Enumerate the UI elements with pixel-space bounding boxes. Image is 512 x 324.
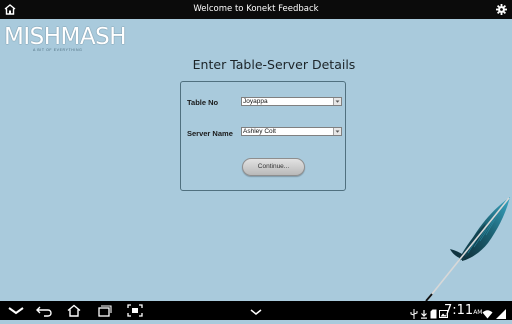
screenshot-icon[interactable] bbox=[126, 304, 144, 317]
table-no-value: Joyappa bbox=[243, 98, 268, 105]
server-name-select[interactable]: Ashley Colt bbox=[241, 127, 342, 136]
recent-apps-icon[interactable] bbox=[95, 304, 113, 317]
details-form-panel: Table No Joyappa Server Name Ashley Colt… bbox=[180, 81, 346, 191]
app-title-bar: Welcome to Konekt Feedback bbox=[0, 0, 512, 19]
table-no-select[interactable]: Joyappa bbox=[241, 97, 342, 106]
table-no-label: Table No bbox=[187, 98, 219, 107]
system-nav-bar: 7:11AM bbox=[0, 301, 512, 320]
clock-time: 7:11 bbox=[444, 303, 474, 318]
gear-icon[interactable] bbox=[495, 3, 508, 16]
logo-wordmark: MISHMASH bbox=[4, 24, 127, 50]
page-title: Enter Table-Server Details bbox=[192, 57, 356, 72]
usb-icon bbox=[410, 306, 418, 319]
clock: 7:11AM bbox=[444, 302, 482, 321]
sd-card-icon bbox=[430, 306, 437, 319]
quill-pen-illustration bbox=[418, 195, 512, 303]
continue-button[interactable]: Continue... bbox=[242, 158, 305, 176]
server-name-label: Server Name bbox=[187, 129, 233, 138]
app-title: Welcome to Konekt Feedback bbox=[193, 4, 319, 14]
logo-tagline: A BIT OF EVERYTHING bbox=[33, 48, 83, 52]
brand-logo: MISHMASH A BIT OF EVERYTHING bbox=[4, 26, 127, 54]
home-icon[interactable] bbox=[65, 304, 83, 317]
menu-icon[interactable] bbox=[248, 304, 264, 317]
hide-keyboard-icon[interactable] bbox=[6, 304, 26, 317]
server-name-value: Ashley Colt bbox=[243, 128, 276, 135]
back-icon[interactable] bbox=[35, 304, 53, 317]
download-icon bbox=[420, 306, 428, 319]
dropdown-arrow-icon bbox=[333, 128, 341, 135]
wifi-icon bbox=[482, 306, 493, 319]
dropdown-arrow-icon bbox=[333, 98, 341, 105]
signal-icon bbox=[496, 306, 507, 319]
